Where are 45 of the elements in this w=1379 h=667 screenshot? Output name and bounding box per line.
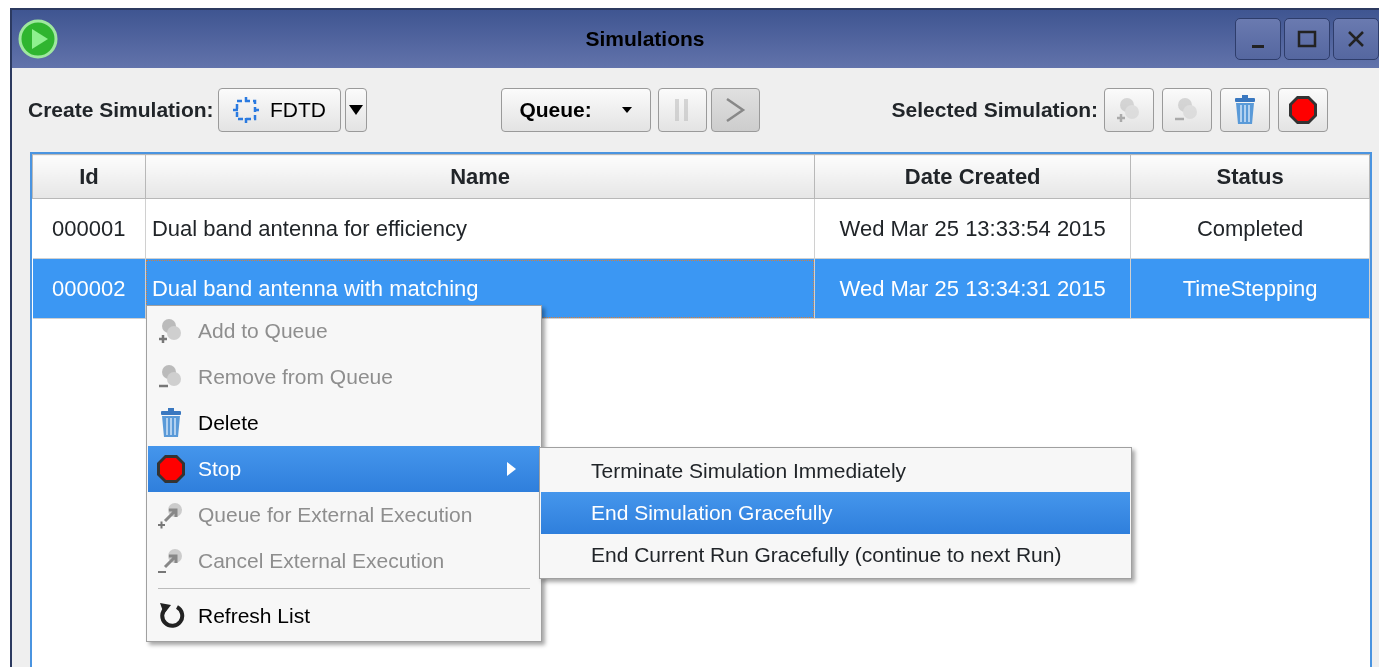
- delete-button[interactable]: [1220, 88, 1271, 132]
- menu-item[interactable]: Stop: [148, 446, 540, 492]
- menu-item[interactable]: Delete: [148, 400, 540, 446]
- fdtd-button[interactable]: FDTD: [217, 88, 341, 132]
- dropdown-button[interactable]: [344, 88, 367, 132]
- column-header[interactable]: Id: [32, 154, 146, 199]
- create-simulation-label: Create Simulation:: [28, 97, 214, 124]
- refresh-icon: [157, 602, 185, 630]
- table-row[interactable]: 000001 Dual band antenna for efficiency Wed Mar 25 13:33:54 2015 Completed: [32, 198, 1370, 259]
- column-header[interactable]: Name: [145, 154, 815, 199]
- submenu-item[interactable]: Terminate Simulation Immediately: [541, 450, 1130, 492]
- menu-item[interactable]: Refresh List: [148, 593, 540, 639]
- minimize-icon: [1252, 44, 1264, 48]
- submenu-item[interactable]: End Simulation Gracefully: [541, 492, 1130, 534]
- caret-icon: [621, 107, 632, 113]
- column-header[interactable]: Date Created: [814, 154, 1131, 199]
- play-icon: [724, 97, 747, 123]
- selected-simulation-label: Selected Simulation:: [891, 97, 1099, 124]
- table-cell: Completed: [1130, 198, 1370, 259]
- maximize-button[interactable]: [1284, 18, 1330, 60]
- arrow-remove-icon: [157, 547, 185, 575]
- submenu-item[interactable]: End Current Run Gracefully (continue to next Run): [541, 534, 1130, 576]
- app-logo-icon: [18, 19, 58, 59]
- trash-icon: [1233, 95, 1258, 125]
- table-cell: Wed Mar 25 13:33:54 2015: [814, 198, 1131, 259]
- table-cell: Dual band antenna for efficiency: [145, 198, 815, 259]
- window-title: Simulations: [584, 26, 706, 53]
- stop-icon: [156, 454, 186, 484]
- trash-icon: [159, 408, 183, 438]
- table-cell: TimeStepping: [1130, 258, 1370, 319]
- caret-icon: [348, 105, 363, 115]
- maximize-icon: [1297, 30, 1317, 48]
- table-cell: Wed Mar 25 13:34:31 2015: [814, 258, 1131, 319]
- minimize-button[interactable]: [1235, 18, 1281, 60]
- play-button[interactable]: [710, 88, 760, 132]
- table-cell: 000001: [32, 198, 146, 259]
- table-cell: 000002: [32, 258, 146, 319]
- queue-button[interactable]: Queue:: [500, 88, 651, 132]
- close-button[interactable]: [1333, 18, 1379, 60]
- dashed-square-icon: [232, 96, 261, 124]
- column-header[interactable]: Status: [1130, 154, 1370, 199]
- stop-icon: [1288, 95, 1319, 125]
- close-icon: [1346, 29, 1366, 49]
- stop-button[interactable]: [1278, 88, 1329, 132]
- arrow-add-icon: [157, 501, 185, 529]
